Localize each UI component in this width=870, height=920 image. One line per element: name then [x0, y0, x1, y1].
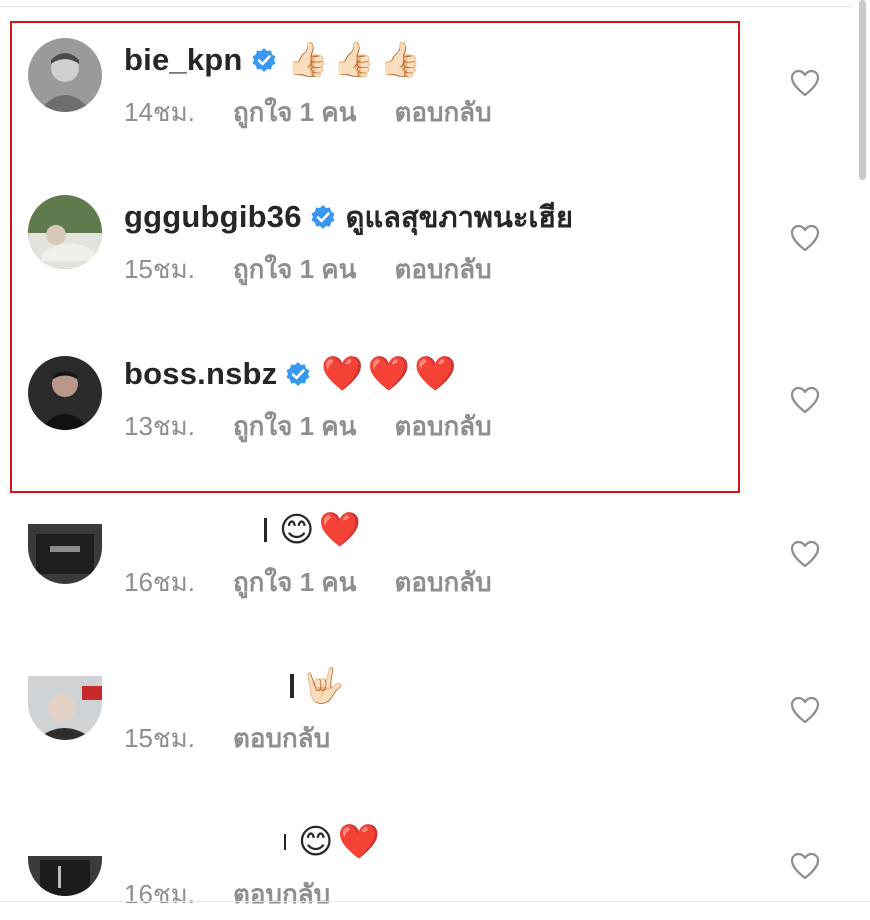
heart-outline-icon[interactable]	[790, 386, 820, 414]
heart-outline-icon[interactable]	[790, 224, 820, 252]
emoji-love-you-gesture: 🤟🏻	[302, 667, 345, 705]
comment-header: 😊 ❤️	[124, 508, 365, 552]
comment-item: 🤟🏻 15ชม. ตอบกลับ	[0, 664, 850, 764]
emoji-heart: ❤️	[318, 511, 361, 549]
comment-item: 😊 ❤️ 16ชม. ตอบกลับ	[0, 820, 850, 920]
redacted-username	[124, 513, 264, 547]
avatar[interactable]	[28, 676, 102, 740]
comment-meta: 15ชม. ตอบกลับ	[124, 718, 330, 759]
comment-header: 😊 ❤️	[124, 820, 384, 864]
comment-time: 16ชม.	[124, 567, 195, 597]
scrollbar-thumb[interactable]	[859, 0, 866, 180]
comment-item: 😊 ❤️ 16ชม. ถูกใจ 1 คน ตอบกลับ	[0, 508, 850, 608]
heart-outline-icon[interactable]	[790, 852, 820, 880]
avatar[interactable]	[28, 856, 102, 896]
text-cursor-mark	[264, 518, 267, 542]
reply-button[interactable]: ตอบกลับ	[233, 718, 330, 759]
redacted-username	[124, 669, 290, 703]
comment-time: 15ชม.	[124, 723, 195, 753]
emoji-smile: 😊	[279, 511, 315, 549]
heart-outline-icon[interactable]	[790, 696, 820, 724]
top-divider	[0, 6, 852, 7]
bottom-divider	[0, 901, 870, 902]
likes-count-link[interactable]: ถูกใจ 1 คน	[233, 562, 357, 603]
comment-meta: 16ชม. ตอบกลับ	[124, 874, 330, 915]
reply-button[interactable]: ตอบกลับ	[233, 874, 330, 915]
redacted-username	[124, 825, 284, 859]
text-cursor-mark	[284, 834, 286, 850]
heart-outline-icon[interactable]	[790, 540, 820, 568]
heart-outline-icon[interactable]	[790, 69, 820, 97]
comment-meta: 16ชม. ถูกใจ 1 คน ตอบกลับ	[124, 562, 492, 603]
reply-button[interactable]: ตอบกลับ	[394, 562, 491, 603]
highlight-box	[10, 21, 740, 493]
comment-header: 🤟🏻	[124, 664, 348, 708]
comment-time: 16ชม.	[124, 879, 195, 909]
avatar-photo	[28, 856, 102, 896]
emoji-heart: ❤️	[337, 823, 380, 861]
avatar-photo	[28, 524, 102, 584]
emoji-smile: 😊	[298, 823, 334, 861]
avatar-photo	[28, 676, 102, 740]
text-cursor-mark	[290, 674, 294, 698]
avatar[interactable]	[28, 524, 102, 584]
